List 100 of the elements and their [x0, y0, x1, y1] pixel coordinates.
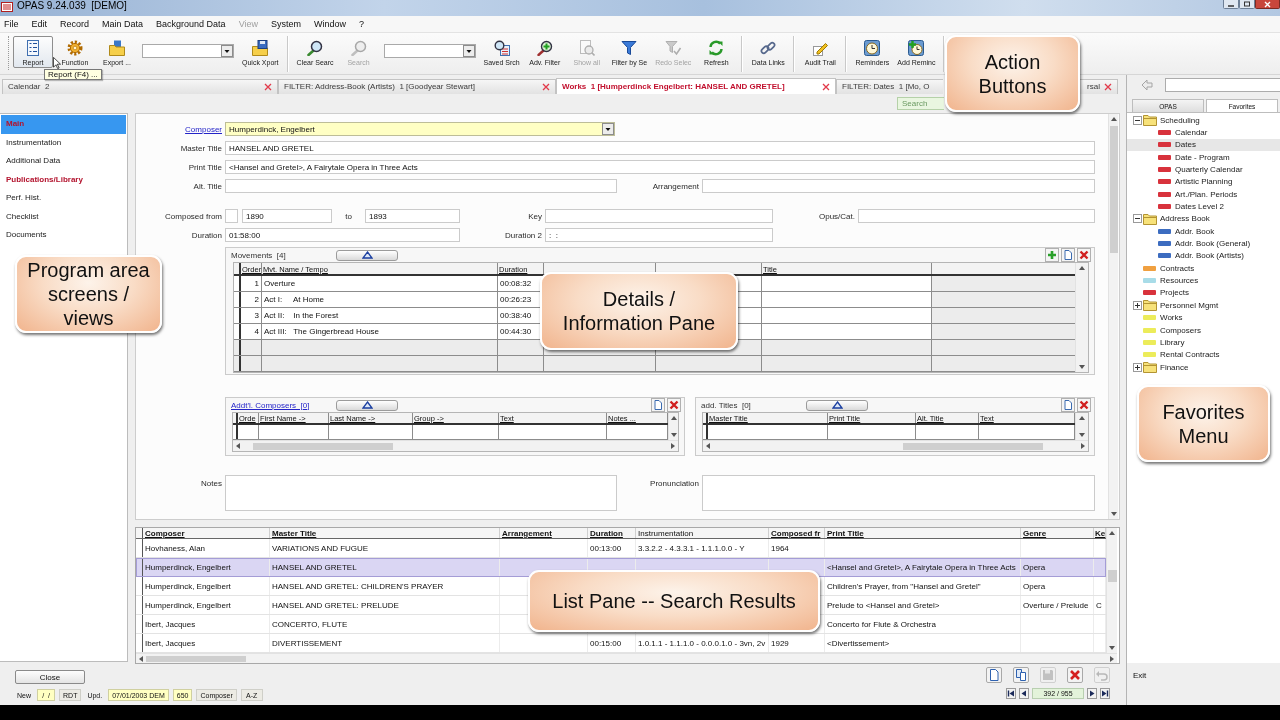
- delete-icon[interactable]: [1077, 248, 1091, 262]
- column-header[interactable]: Genre: [1021, 528, 1094, 538]
- tree-item[interactable]: Composers: [1127, 323, 1280, 337]
- sidebar-item[interactable]: Additional Data: [1, 152, 126, 171]
- duration-field[interactable]: 01:58:00: [225, 228, 460, 242]
- new-document-icon[interactable]: [1061, 398, 1075, 412]
- menu-item[interactable]: Main Data: [96, 18, 151, 30]
- search-field[interactable]: [1165, 77, 1280, 92]
- sidebar-item[interactable]: Checklist: [1, 207, 126, 226]
- notes-field[interactable]: [225, 475, 617, 511]
- next-icon[interactable]: [1087, 688, 1097, 699]
- tree-item[interactable]: Library: [1127, 336, 1280, 349]
- tree-item[interactable]: Calendar: [1127, 126, 1280, 139]
- tree-item[interactable]: Scheduling: [1127, 114, 1280, 127]
- menu-item[interactable]: System: [265, 18, 308, 30]
- previous-icon[interactable]: [1019, 688, 1029, 699]
- tree-item[interactable]: Resources: [1127, 274, 1280, 287]
- tree-item[interactable]: Artistic Planning: [1127, 175, 1280, 189]
- tree-item[interactable]: Address Book: [1127, 212, 1280, 226]
- plus-icon[interactable]: [1045, 248, 1059, 262]
- composed-prefix-field[interactable]: [225, 209, 238, 223]
- maximize-icon[interactable]: [1239, 0, 1255, 9]
- collapse-button[interactable]: [806, 399, 868, 411]
- vertical-scrollbar[interactable]: [1106, 528, 1117, 653]
- empty-row[interactable]: [234, 356, 1075, 372]
- print-title-field[interactable]: <Hansel and Gretel>, A Fairytale Opera in Three Acts: [225, 160, 1095, 174]
- collapse-button[interactable]: [336, 249, 398, 261]
- plus-box-icon[interactable]: [1133, 362, 1142, 372]
- menu-item[interactable]: File: [0, 18, 26, 30]
- skip-first-icon[interactable]: [1006, 688, 1016, 699]
- delete-icon[interactable]: [1067, 667, 1083, 683]
- tree-item[interactable]: Quarterly Calendar: [1127, 163, 1280, 176]
- tree-item[interactable]: Addr. Book (General): [1127, 237, 1280, 250]
- close-icon[interactable]: [1255, 0, 1280, 9]
- column-header[interactable]: Composer: [143, 528, 270, 538]
- vertical-scrollbar[interactable]: [1075, 413, 1088, 440]
- delete-icon[interactable]: [1077, 398, 1091, 412]
- arrangement-field[interactable]: [702, 179, 1095, 193]
- column-header[interactable]: Composed fr: [769, 528, 825, 538]
- tree-item[interactable]: Finance: [1127, 360, 1280, 374]
- minimize-icon[interactable]: [1223, 0, 1239, 9]
- tab[interactable]: FILTER: Dates 1 [Mo, O: [836, 79, 943, 94]
- pronunciation-field[interactable]: [702, 475, 1095, 511]
- caret-icon[interactable]: [221, 45, 233, 57]
- tree-item[interactable]: Personnel Mgmt: [1127, 299, 1280, 312]
- menu-item[interactable]: Edit: [25, 18, 55, 30]
- tree-item[interactable]: Art./Plan. Periods: [1127, 188, 1280, 201]
- tree-item[interactable]: Dates Level 2: [1127, 200, 1280, 213]
- caret-icon[interactable]: [462, 45, 475, 57]
- tab[interactable]: Works 1 [Humperdinck Engelbert: HANSEL AND GRETEL]: [556, 78, 836, 94]
- collapse-button[interactable]: [336, 399, 398, 411]
- column-header[interactable]: Instrumentation: [636, 528, 769, 538]
- composer-link[interactable]: Composer: [185, 124, 222, 134]
- new-document-icon[interactable]: [986, 667, 1002, 683]
- tree-item[interactable]: Dates: [1127, 138, 1280, 152]
- delete-icon[interactable]: [667, 398, 681, 412]
- tree-item[interactable]: Rental Contracts: [1127, 348, 1280, 361]
- tree-item[interactable]: Addr. Book: [1127, 225, 1280, 238]
- dropdown-field[interactable]: [383, 44, 476, 58]
- dropdown-field[interactable]: [142, 44, 234, 58]
- column-header[interactable]: Duration: [588, 528, 636, 538]
- tree-item[interactable]: Works: [1127, 311, 1280, 324]
- vertical-scrollbar[interactable]: [668, 413, 678, 440]
- group-link[interactable]: Addt'l. Composers [0]: [231, 400, 310, 410]
- column-header[interactable]: Master Title: [270, 528, 500, 538]
- composer-dropdown[interactable]: Humperdinck, Engelbert: [225, 122, 615, 136]
- menu-item[interactable]: ?: [353, 18, 372, 30]
- close-icon[interactable]: [822, 82, 830, 91]
- sidebar-item[interactable]: Publications/Library: [1, 170, 126, 189]
- horizontal-scrollbar[interactable]: [233, 440, 678, 451]
- skip-last-icon[interactable]: [1100, 688, 1110, 699]
- minus-box-icon[interactable]: [1133, 214, 1142, 224]
- master-title-field[interactable]: HANSEL AND GRETEL: [225, 141, 1095, 155]
- sidebar-item[interactable]: Instrumentation: [1, 133, 126, 152]
- exit-button[interactable]: Exit: [1132, 671, 1148, 680]
- vertical-scrollbar[interactable]: [1075, 263, 1088, 372]
- opus-field[interactable]: [858, 209, 1095, 223]
- menu-item[interactable]: Background Data: [150, 18, 233, 30]
- tree-item[interactable]: Addr. Book (Artists): [1127, 249, 1280, 263]
- horizontal-scrollbar[interactable]: [136, 653, 1117, 663]
- column-header[interactable]: Print Title: [825, 528, 1021, 538]
- composed-from-field[interactable]: 1890: [242, 209, 332, 223]
- new-document-icon[interactable]: [651, 398, 665, 412]
- tab[interactable]: Calendar 2: [2, 79, 278, 94]
- tab[interactable]: FILTER: Address-Book (Artists) 1 [Goodyear Stewart]: [278, 79, 556, 94]
- new-document-icon[interactable]: [1061, 248, 1075, 262]
- composed-to-field[interactable]: 1893: [365, 209, 460, 223]
- column-header[interactable]: Arrangement: [500, 528, 588, 538]
- sidebar-item[interactable]: Perf. Hist.: [1, 189, 126, 208]
- copy-document-icon[interactable]: [1013, 667, 1029, 683]
- vertical-scrollbar[interactable]: [1108, 114, 1118, 519]
- sidebar-item[interactable]: Documents: [1, 226, 126, 245]
- tree-item[interactable]: Projects: [1127, 286, 1280, 300]
- plus-box-icon[interactable]: [1133, 300, 1142, 310]
- menu-item[interactable]: Record: [54, 18, 97, 30]
- horizontal-scrollbar[interactable]: [703, 440, 1088, 451]
- caret-icon[interactable]: [602, 123, 614, 135]
- close-button[interactable]: Close: [15, 670, 85, 684]
- tree-item[interactable]: Date - Program: [1127, 151, 1280, 164]
- minus-box-icon[interactable]: [1133, 115, 1142, 125]
